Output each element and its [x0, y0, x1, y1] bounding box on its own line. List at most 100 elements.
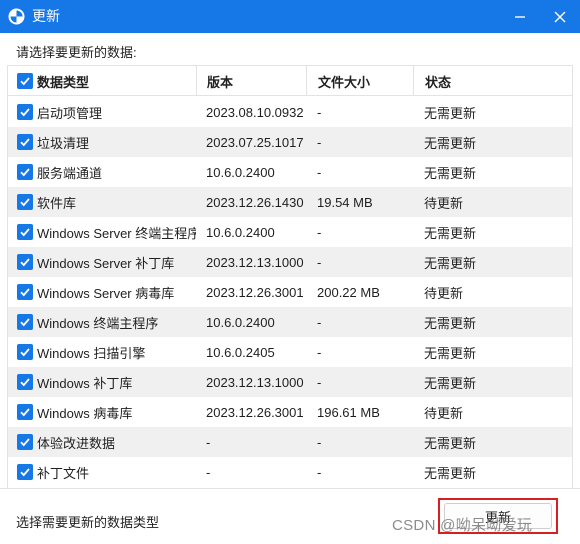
row-status: 无需更新 — [424, 465, 477, 481]
row-version: 2023.08.10.0932 — [206, 104, 304, 120]
row-name-cell: Windows Server 病毒库 — [8, 277, 196, 307]
row-name: 体验改进数据 — [37, 435, 116, 451]
row-status: 无需更新 — [424, 255, 477, 271]
table-row[interactable]: 服务端通道 10.6.0.2400 - 无需更新 — [8, 157, 572, 187]
checkmark-icon — [20, 408, 30, 417]
table-row[interactable]: Windows 补丁库 2023.12.13.1000- 无需更新 — [8, 367, 572, 397]
row-checkbox[interactable] — [17, 104, 33, 120]
row-name: Windows Server 终端主程序 — [37, 225, 196, 241]
row-size: - — [317, 104, 322, 120]
checkmark-icon — [20, 138, 30, 147]
header-size[interactable]: 文件大小 — [306, 66, 413, 96]
row-size: - — [317, 344, 322, 360]
close-button[interactable] — [540, 0, 580, 33]
window-title: 更新 — [32, 8, 60, 24]
table-row[interactable]: Windows Server 终端主程序 10.6.0.2400 - 无需更新 — [8, 217, 572, 247]
row-version: 2023.07.25.1017 — [206, 134, 304, 150]
row-size: - — [317, 314, 322, 330]
row-name-cell: 体验改进数据 — [8, 427, 196, 457]
row-name-cell: Windows Server 补丁库 — [8, 247, 196, 277]
row-checkbox[interactable] — [17, 194, 33, 210]
row-status: 无需更新 — [424, 225, 477, 241]
row-size: - — [317, 434, 322, 450]
row-checkbox[interactable] — [17, 224, 33, 240]
row-status: 无需更新 — [424, 105, 477, 121]
row-version: - — [206, 434, 211, 450]
row-name: 服务端通道 — [37, 165, 103, 181]
checkmark-icon — [20, 77, 30, 86]
table-row[interactable]: 补丁文件 - - 无需更新 — [8, 457, 572, 487]
row-name: Windows 扫描引擎 — [37, 345, 146, 361]
checkmark-icon — [20, 288, 30, 297]
checkmark-icon — [20, 258, 30, 267]
watermark: CSDN @呦呆呦爱玩 — [392, 517, 533, 534]
row-name-cell: 服务端通道 — [8, 157, 196, 187]
row-checkbox[interactable] — [17, 374, 33, 390]
table-header-row: 数据类型 版本 文件大小 状态 — [8, 66, 572, 96]
row-name: 启动项管理 — [37, 105, 103, 121]
row-name-cell: Windows 补丁库 — [8, 367, 196, 397]
row-status: 无需更新 — [424, 345, 477, 361]
row-status: 无需更新 — [424, 165, 477, 181]
footer-hint: 选择需要更新的数据类型 — [16, 515, 160, 530]
row-name-cell: 补丁文件 — [8, 457, 196, 487]
table-row[interactable]: Windows 终端主程序 10.6.0.2400 - 无需更新 — [8, 307, 572, 337]
row-checkbox[interactable] — [17, 404, 33, 420]
table-row[interactable]: 垃圾清理 2023.07.25.1017- 无需更新 — [8, 127, 572, 157]
row-checkbox[interactable] — [17, 344, 33, 360]
data-table: 数据类型 版本 文件大小 状态 启动项管理 2023.08.10.0932- 无需更… — [7, 65, 573, 488]
row-status: 待更新 — [424, 195, 464, 211]
row-checkbox[interactable] — [17, 434, 33, 450]
row-name: 软件库 — [37, 195, 77, 211]
table-row[interactable]: Windows 扫描引擎 10.6.0.2405 - 无需更新 — [8, 337, 572, 367]
select-prompt: 请选择要更新的数据: — [16, 45, 137, 60]
select-all-checkbox[interactable] — [17, 73, 33, 89]
checkmark-icon — [20, 228, 30, 237]
row-name: Windows Server 病毒库 — [37, 285, 175, 301]
table-row[interactable]: Windows Server 病毒库 2023.12.26.3001 200.22 … — [8, 277, 572, 307]
row-size: - — [317, 134, 322, 150]
checkmark-icon — [20, 468, 30, 477]
checkmark-icon — [20, 108, 30, 117]
row-name: Windows 病毒库 — [37, 405, 133, 421]
row-name-cell: 启动项管理 — [8, 97, 196, 127]
close-icon — [554, 11, 566, 22]
table-row[interactable]: Windows 病毒库 2023.12.26.3001 196.61 MB 待更新 — [8, 397, 572, 427]
header-version[interactable]: 版本 — [196, 66, 306, 96]
row-size: - — [317, 464, 322, 480]
row-checkbox[interactable] — [17, 464, 33, 480]
row-checkbox[interactable] — [17, 254, 33, 270]
checkmark-icon — [20, 198, 30, 207]
row-name-cell: 软件库 — [8, 187, 196, 217]
row-size: - — [317, 374, 322, 390]
row-version: 10.6.0.2400 — [206, 314, 275, 330]
row-checkbox[interactable] — [17, 314, 33, 330]
table-row[interactable]: Windows Server 补丁库 2023.12.13.1000- 无需更新 — [8, 247, 572, 277]
minimize-button[interactable] — [500, 0, 540, 33]
row-status: 无需更新 — [424, 315, 477, 331]
table-row[interactable]: 软件库 2023.12.26.1430 19.54 MB 待更新 — [8, 187, 572, 217]
checkmark-icon — [20, 168, 30, 177]
row-size: 200.22 MB — [317, 284, 380, 300]
table-row[interactable]: 启动项管理 2023.08.10.0932- 无需更新 — [8, 97, 572, 127]
row-status: 无需更新 — [424, 375, 477, 391]
row-version: 2023.12.13.1000 — [206, 254, 304, 270]
header-status[interactable]: 状态 — [413, 66, 572, 96]
row-checkbox[interactable] — [17, 284, 33, 300]
row-version: 10.6.0.2400 — [206, 224, 275, 240]
row-status: 待更新 — [424, 405, 464, 421]
table-row[interactable]: 体验改进数据 - - 无需更新 — [8, 427, 572, 457]
row-name: 垃圾清理 — [37, 135, 90, 151]
row-name: Windows 补丁库 — [37, 375, 133, 391]
header-name[interactable]: 数据类型 — [37, 72, 89, 91]
row-version: 10.6.0.2405 — [206, 344, 275, 360]
row-version: 2023.12.26.3001 — [206, 404, 304, 420]
row-checkbox[interactable] — [17, 164, 33, 180]
row-name: 补丁文件 — [37, 465, 90, 481]
row-size: - — [317, 254, 322, 270]
checkmark-icon — [20, 348, 30, 357]
header-name-cell: 数据类型 — [8, 66, 196, 96]
row-name-cell: Windows Server 终端主程序 — [8, 217, 196, 247]
row-checkbox[interactable] — [17, 134, 33, 150]
row-version: 2023.12.13.1000 — [206, 374, 304, 390]
